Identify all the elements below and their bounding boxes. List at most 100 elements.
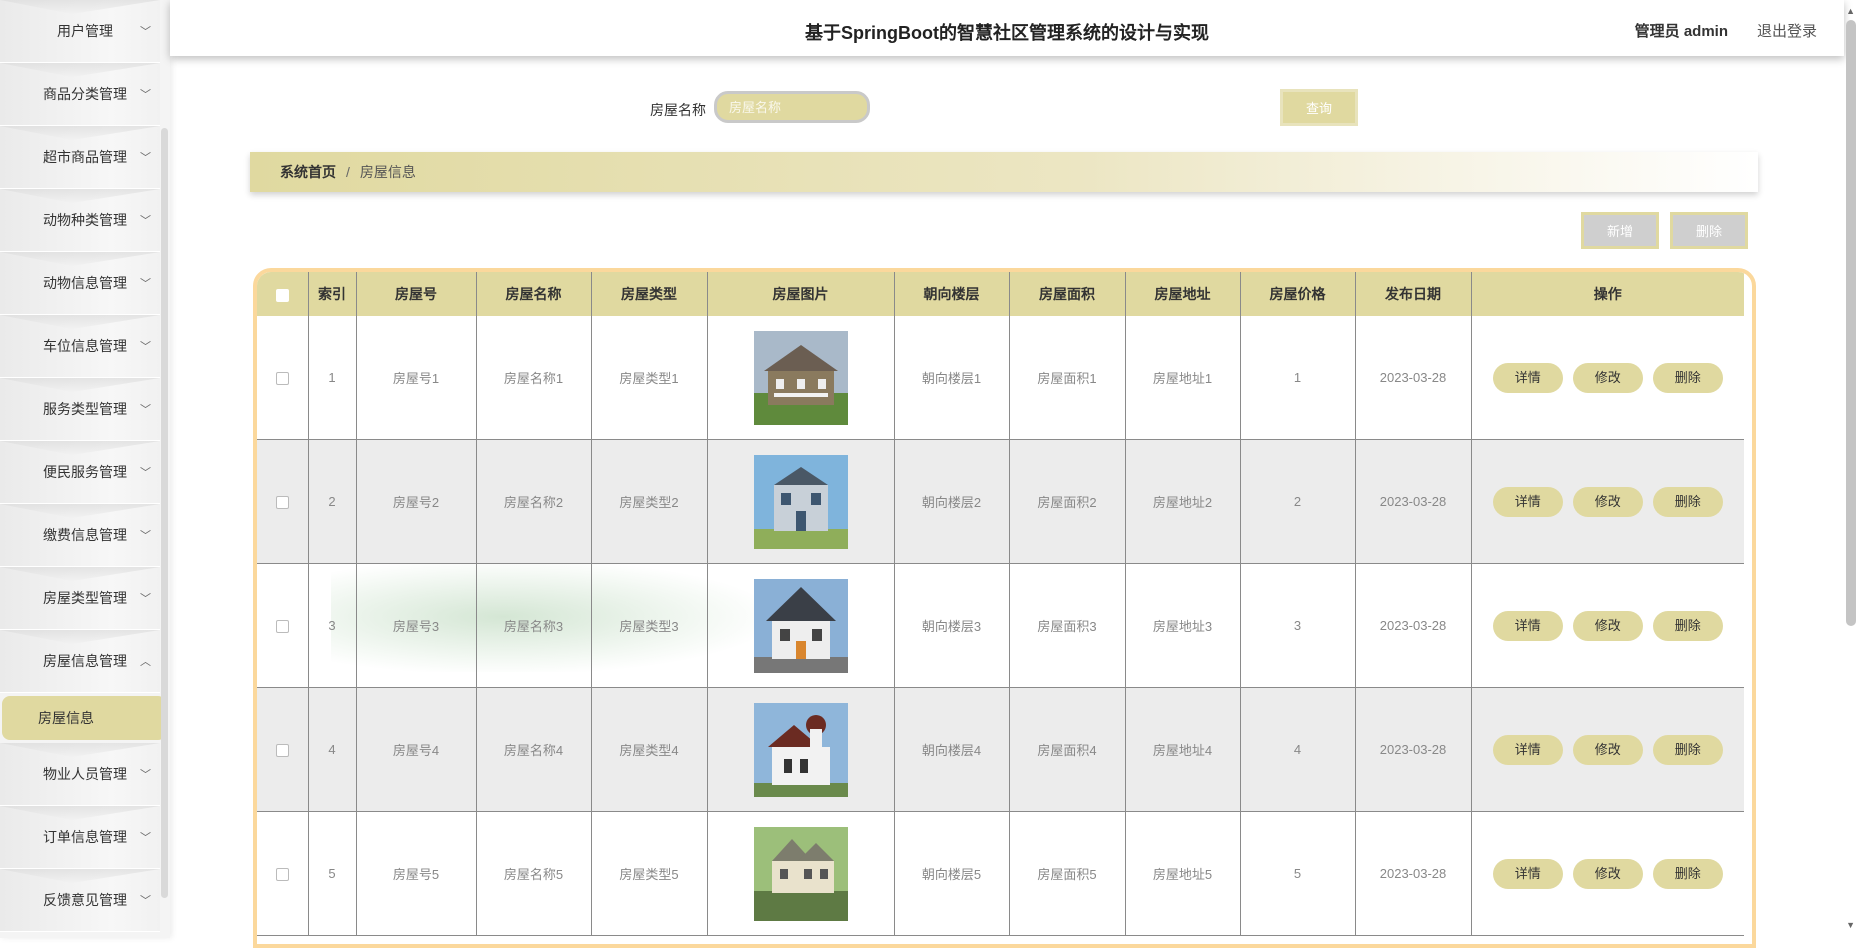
- cell-house-image: [707, 687, 895, 812]
- edit-button[interactable]: 修改: [1572, 734, 1643, 765]
- cell-area: 房屋面积1: [1009, 316, 1126, 440]
- sidebar-item-service-type[interactable]: 服务类型管理 ﹀: [0, 378, 160, 441]
- house-image[interactable]: [753, 454, 848, 549]
- sidebar-subitem-house-info[interactable]: 房屋信息: [2, 696, 166, 740]
- sidebar-item-property-staff[interactable]: 物业人员管理 ﹀: [0, 743, 160, 806]
- sidebar-item-house-info[interactable]: 房屋信息管理 ︿: [0, 630, 160, 693]
- cell-date: 2023-03-28: [1355, 687, 1472, 812]
- sidebar-item-supermarket-goods[interactable]: 超市商品管理 ﹀: [0, 126, 160, 189]
- edit-button[interactable]: 修改: [1572, 486, 1643, 517]
- row-checkbox[interactable]: [275, 868, 289, 882]
- cell-index: 3: [308, 563, 357, 688]
- column-header: 房屋图片: [707, 272, 895, 316]
- cell-house-name: 房屋名称3: [476, 563, 592, 688]
- sidebar-item-animal-info[interactable]: 动物信息管理 ﹀: [0, 252, 160, 315]
- cell-index: 1: [308, 316, 357, 440]
- sidebar-item-goods-category[interactable]: 商品分类管理 ﹀: [0, 63, 160, 126]
- cell-date: 2023-03-28: [1355, 811, 1472, 936]
- add-button[interactable]: 新增: [1581, 212, 1659, 249]
- cell-operations: 详情 修改 删除: [1471, 439, 1744, 564]
- sidebar-item-convenience-service[interactable]: 便民服务管理 ﹀: [0, 441, 160, 504]
- search-input[interactable]: [714, 91, 870, 123]
- delete-button[interactable]: 删除: [1652, 362, 1723, 393]
- data-table: 索引 房屋号 房屋名称 房屋类型 房屋图片 朝向楼层 房屋面积 房屋地址 房屋价…: [257, 272, 1744, 936]
- row-checkbox[interactable]: [275, 372, 289, 386]
- breadcrumb-separator: /: [346, 164, 350, 180]
- table-row: 2 房屋号2 房屋名称2 房屋类型2 朝向楼层2 房屋面积2 房屋地址2 2 2…: [257, 439, 1744, 564]
- chevron-down-icon: ﹀: [140, 152, 151, 164]
- column-header: 房屋价格: [1240, 272, 1356, 316]
- cell-house-type: 房屋类型3: [591, 563, 708, 688]
- house-image[interactable]: [753, 330, 848, 425]
- cell-house-type: 房屋类型2: [591, 439, 708, 564]
- select-all-checkbox[interactable]: [275, 288, 289, 302]
- chevron-down-icon: ﹀: [140, 895, 151, 907]
- cell-operations: 详情 修改 删除: [1471, 687, 1744, 812]
- sidebar-item-orders[interactable]: 订单信息管理 ﹀: [0, 806, 160, 869]
- cell-floor: 朝向楼层1: [894, 316, 1010, 440]
- current-user: 管理员 admin: [1634, 23, 1728, 40]
- cell-address: 房屋地址1: [1125, 316, 1241, 440]
- delete-button[interactable]: 删除: [1652, 610, 1723, 641]
- chevron-down-icon: ﹀: [140, 215, 151, 227]
- row-select-cell: [257, 811, 309, 936]
- top-header: 基于SpringBoot的智慧社区管理系统的设计与实现 管理员 admin 退出…: [170, 0, 1844, 56]
- sidebar-scrollbar[interactable]: [161, 128, 168, 898]
- scroll-down-arrow-icon[interactable]: ▼: [1846, 920, 1855, 930]
- detail-button[interactable]: 详情: [1492, 858, 1563, 889]
- row-select-cell: [257, 316, 309, 440]
- delete-button[interactable]: 删除: [1652, 486, 1723, 517]
- cell-date: 2023-03-28: [1355, 439, 1472, 564]
- detail-button[interactable]: 详情: [1492, 486, 1563, 517]
- row-checkbox[interactable]: [275, 620, 289, 634]
- chevron-down-icon: ﹀: [140, 832, 151, 844]
- house-image[interactable]: [753, 702, 848, 797]
- edit-button[interactable]: 修改: [1572, 362, 1643, 393]
- cell-floor: 朝向楼层2: [894, 439, 1010, 564]
- breadcrumb: 系统首页 / 房屋信息: [250, 152, 1758, 192]
- cell-index: 2: [308, 439, 357, 564]
- sidebar-item-payment[interactable]: 缴费信息管理 ﹀: [0, 504, 160, 567]
- bulk-delete-button[interactable]: 删除: [1670, 212, 1748, 249]
- delete-button[interactable]: 删除: [1652, 858, 1723, 889]
- house-table: 索引 房屋号 房屋名称 房屋类型 房屋图片 朝向楼层 房屋面积 房屋地址 房屋价…: [253, 268, 1756, 948]
- breadcrumb-home[interactable]: 系统首页: [280, 162, 336, 182]
- column-header: 朝向楼层: [894, 272, 1010, 316]
- search-button[interactable]: 查询: [1280, 89, 1358, 126]
- submenu-container: 房屋信息: [0, 693, 166, 743]
- sidebar-subitem-label: 房屋信息: [38, 710, 94, 726]
- detail-button[interactable]: 详情: [1492, 610, 1563, 641]
- row-checkbox[interactable]: [275, 744, 289, 758]
- sidebar-item-users[interactable]: 用户管理 ﹀: [0, 0, 160, 63]
- sidebar-item-animal-species[interactable]: 动物种类管理 ﹀: [0, 189, 160, 252]
- sidebar-item-feedback[interactable]: 反馈意见管理 ﹀: [0, 869, 160, 932]
- cell-price: 1: [1240, 316, 1356, 440]
- cell-house-image: [707, 811, 895, 936]
- cell-price: 3: [1240, 563, 1356, 688]
- logout-link[interactable]: 退出登录: [1757, 20, 1817, 41]
- cell-house-name: 房屋名称1: [476, 316, 592, 440]
- chevron-up-icon: ︿: [140, 656, 151, 668]
- sidebar-item-house-type[interactable]: 房屋类型管理 ﹀: [0, 567, 160, 630]
- chevron-down-icon: ﹀: [140, 341, 151, 353]
- chevron-down-icon: ﹀: [140, 467, 151, 479]
- detail-button[interactable]: 详情: [1492, 734, 1563, 765]
- row-checkbox[interactable]: [275, 496, 289, 510]
- house-image[interactable]: [753, 826, 848, 921]
- sidebar-item-parking[interactable]: 车位信息管理 ﹀: [0, 315, 160, 378]
- table-row: 1 房屋号1 房屋名称1 房屋类型1 朝向楼层1 房屋面积1 房屋地址1 1 2…: [257, 316, 1744, 440]
- edit-button[interactable]: 修改: [1572, 858, 1643, 889]
- cell-floor: 朝向楼层4: [894, 687, 1010, 812]
- page-scrollbar[interactable]: [1846, 20, 1856, 626]
- cell-operations: 详情 修改 删除: [1471, 316, 1744, 440]
- edit-button[interactable]: 修改: [1572, 610, 1643, 641]
- chevron-down-icon: ﹀: [140, 89, 151, 101]
- delete-button[interactable]: 删除: [1652, 734, 1723, 765]
- search-label: 房屋名称: [650, 102, 706, 118]
- breadcrumb-current: 房屋信息: [359, 164, 416, 180]
- detail-button[interactable]: 详情: [1492, 362, 1563, 393]
- cell-address: 房屋地址5: [1125, 811, 1241, 936]
- house-image[interactable]: [753, 578, 848, 673]
- scroll-up-arrow-icon[interactable]: ▲: [1846, 6, 1855, 16]
- cell-house-type: 房屋类型4: [591, 687, 708, 812]
